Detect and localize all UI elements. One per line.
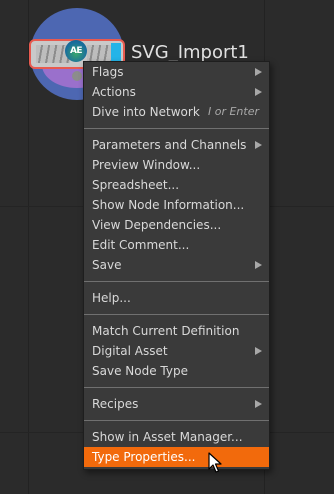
menu-item-label: Spreadsheet... (92, 178, 180, 192)
menu-item-label: Flags (92, 65, 124, 79)
menu-item-label: Recipes (92, 397, 139, 411)
menu-item-label: Save (92, 258, 122, 272)
menu-item-help[interactable]: Help... (84, 288, 269, 308)
menu-item-shortcut: I or Enter (207, 105, 259, 118)
menu-item-digital-asset[interactable]: Digital Asset (84, 341, 269, 361)
menu-item-label: Show Node Information... (92, 198, 245, 212)
menu-item-preview-window[interactable]: Preview Window... (84, 155, 269, 175)
menu-item-match-current-definition[interactable]: Match Current Definition (84, 321, 269, 341)
menu-item-dive-into-network[interactable]: Dive into Network I or Enter (84, 102, 269, 122)
menu-item-label: Help... (92, 291, 131, 305)
menu-separator (84, 281, 269, 282)
submenu-arrow-icon (255, 261, 262, 269)
node-output-connector[interactable] (72, 71, 82, 81)
menu-item-spreadsheet[interactable]: Spreadsheet... (84, 175, 269, 195)
menu-item-label: Save Node Type (92, 364, 188, 378)
mouse-cursor-icon (208, 452, 222, 473)
menu-item-type-properties[interactable]: Type Properties... (84, 447, 269, 467)
menu-item-label: Parameters and Channels (92, 138, 247, 152)
menu-item-label: Match Current Definition (92, 324, 240, 338)
menu-item-label: Show in Asset Manager... (92, 430, 243, 444)
submenu-arrow-icon (255, 88, 262, 96)
menu-item-save[interactable]: Save (84, 255, 269, 275)
menu-item-show-node-information[interactable]: Show Node Information... (84, 195, 269, 215)
menu-item-recipes[interactable]: Recipes (84, 394, 269, 414)
grid-line (28, 0, 29, 494)
menu-item-label: Type Properties... (92, 450, 196, 464)
menu-item-parameters-and-channels[interactable]: Parameters and Channels (84, 135, 269, 155)
menu-item-label: Digital Asset (92, 344, 168, 358)
menu-item-label: Edit Comment... (92, 238, 190, 252)
node-context-menu: Flags Actions Dive into Network I or Ent… (83, 61, 270, 470)
menu-item-edit-comment[interactable]: Edit Comment... (84, 235, 269, 255)
menu-item-label: View Dependencies... (92, 218, 222, 232)
menu-item-view-dependencies[interactable]: View Dependencies... (84, 215, 269, 235)
submenu-arrow-icon (255, 347, 262, 355)
menu-separator (84, 128, 269, 129)
node-type-icon: AE (65, 40, 87, 62)
menu-item-flags[interactable]: Flags (84, 62, 269, 82)
submenu-arrow-icon (255, 141, 262, 149)
menu-item-actions[interactable]: Actions (84, 82, 269, 102)
menu-item-show-in-asset-manager[interactable]: Show in Asset Manager... (84, 427, 269, 447)
menu-item-label: Dive into Network (92, 105, 200, 119)
menu-separator (84, 420, 269, 421)
node-name-label[interactable]: SVG_Import1 (131, 42, 249, 63)
menu-separator (84, 387, 269, 388)
submenu-arrow-icon (255, 68, 262, 76)
menu-item-save-node-type[interactable]: Save Node Type (84, 361, 269, 381)
menu-item-label: Preview Window... (92, 158, 201, 172)
menu-separator (84, 314, 269, 315)
submenu-arrow-icon (255, 400, 262, 408)
menu-item-label: Actions (92, 85, 136, 99)
